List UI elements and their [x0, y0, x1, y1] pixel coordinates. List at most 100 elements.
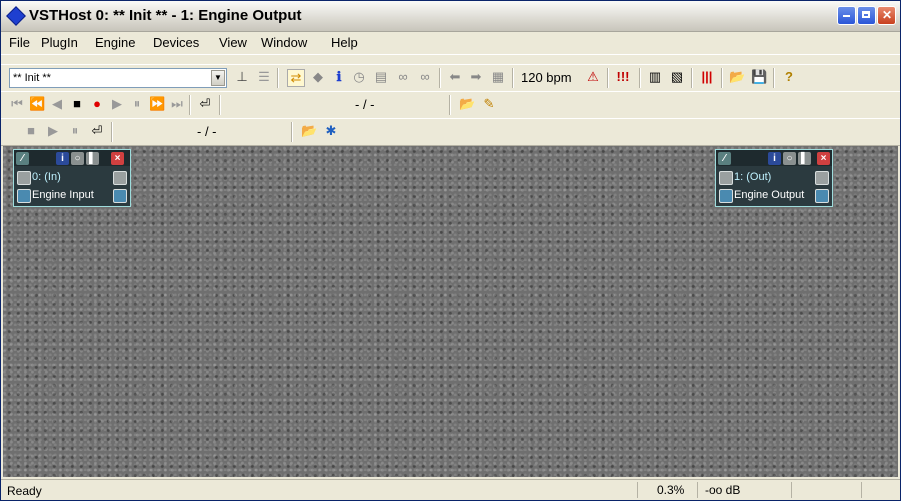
audio-out-icon[interactable]: [815, 189, 829, 203]
edit-wave-icon[interactable]: ✎: [481, 96, 497, 112]
play-icon[interactable]: ▶: [45, 123, 61, 139]
midi-settings-icon[interactable]: ✱: [323, 123, 339, 139]
performance-combo-value: ** Init **: [13, 72, 51, 84]
bpm-display[interactable]: 120 bpm: [521, 70, 572, 85]
plugin-row: 0: (In): [14, 169, 130, 186]
minimize-button[interactable]: [837, 6, 856, 25]
clock-icon[interactable]: ◷: [351, 69, 367, 85]
arrow-left-icon[interactable]: ⬅: [447, 69, 463, 85]
diamond-icon[interactable]: ◆: [310, 69, 326, 85]
window-title: VSTHost 0: ** Init ** - 1: Engine Output: [29, 7, 302, 24]
status-divider: [697, 482, 698, 498]
menu-file[interactable]: File: [9, 35, 30, 50]
midi-knob-icon[interactable]: [17, 171, 31, 185]
autoconnect-icon[interactable]: ⇄: [287, 69, 305, 87]
metronome-icon[interactable]: ⚠: [585, 69, 601, 85]
toolbar-separator: [219, 95, 221, 115]
editor-icon[interactable]: ▤: [373, 69, 389, 85]
loop-icon[interactable]: ⏎: [89, 123, 105, 139]
step-back-icon[interactable]: ◀: [49, 96, 65, 112]
stop-icon[interactable]: ■: [69, 96, 85, 112]
menu-engine[interactable]: Engine: [95, 35, 135, 50]
wave-player-toolbar: ⏮ ⏪ ◀ ■ ● ▶ ⏸ ⏩ ⏭ ⏎ - / - 📂 ✎: [1, 91, 900, 119]
rewind-icon[interactable]: ⏪: [29, 96, 45, 112]
engine-output-plugin[interactable]: ⁄ i ○ ▌ × 1: (Out) Engine Output: [715, 149, 833, 207]
plugin-grip-icon[interactable]: ⁄: [16, 152, 29, 165]
pause-icon[interactable]: ⏸: [129, 96, 145, 112]
toolbar-separator: [691, 68, 693, 88]
maximize-button[interactable]: [857, 6, 876, 25]
level-meter-icon[interactable]: |||: [699, 69, 715, 85]
panic-icon[interactable]: !!!: [615, 69, 631, 85]
info-icon[interactable]: ℹ: [331, 69, 347, 85]
app-diamond-icon[interactable]: [6, 6, 26, 26]
audio-out-icon[interactable]: [113, 189, 127, 203]
position-display: - / -: [355, 97, 375, 112]
toolbar-separator: [607, 68, 609, 88]
stop-icon[interactable]: ■: [23, 123, 39, 139]
midi-knob-icon[interactable]: [719, 171, 733, 185]
plugin-mute-icon[interactable]: ▌: [798, 152, 811, 165]
tuning-fork-icon[interactable]: ⊥: [234, 69, 250, 85]
menu-view[interactable]: View: [219, 35, 247, 50]
plugin-info-icon[interactable]: i: [768, 152, 781, 165]
plugin-close-icon[interactable]: ×: [111, 152, 124, 165]
menu-help[interactable]: Help: [331, 35, 358, 50]
midi-icon[interactable]: ▧: [669, 69, 685, 85]
close-button[interactable]: ✕: [877, 6, 896, 25]
plugin-name-label: Engine Output: [734, 189, 805, 201]
record-icon[interactable]: ●: [89, 96, 105, 112]
toolbar-separator: [277, 68, 279, 88]
open-wave-icon[interactable]: 📂: [459, 96, 475, 112]
plugin-id-label: 0: (In): [32, 171, 61, 183]
help-icon[interactable]: ?: [781, 69, 797, 85]
skip-start-icon[interactable]: ⏮: [9, 96, 25, 112]
keyboard-icon[interactable]: ▥: [647, 69, 663, 85]
save-icon[interactable]: 💾: [751, 69, 767, 85]
midi-knob-icon[interactable]: [815, 171, 829, 185]
toolbar-separator: [773, 68, 775, 88]
menu-window[interactable]: Window: [261, 35, 307, 50]
plugin-close-icon[interactable]: ×: [817, 152, 830, 165]
plugin-grip-icon[interactable]: ⁄: [718, 152, 731, 165]
plugin-mute-icon[interactable]: ▌: [86, 152, 99, 165]
chevron-down-icon[interactable]: ▼: [211, 70, 225, 86]
toolbar-separator: [639, 68, 641, 88]
close-icon: ✕: [882, 8, 893, 22]
plugin-id-label: 1: (Out): [734, 171, 772, 183]
plugin-bypass-icon[interactable]: ○: [71, 152, 84, 165]
play-icon[interactable]: ▶: [109, 96, 125, 112]
status-divider: [791, 482, 792, 498]
menu-devices[interactable]: Devices: [153, 35, 199, 50]
pause-icon[interactable]: ⏸: [67, 123, 83, 139]
toolbar-separator: [512, 68, 514, 88]
chain-list-icon[interactable]: ☰: [256, 69, 272, 85]
audio-in-icon[interactable]: [17, 189, 31, 203]
unlink-icon[interactable]: ∞: [417, 69, 433, 85]
loop-icon[interactable]: ⏎: [197, 96, 213, 112]
player-position-display: - / -: [197, 124, 217, 139]
app-window: VSTHost 0: ** Init ** - 1: Engine Output…: [0, 0, 901, 501]
toolbar-separator: [721, 68, 723, 88]
toolbar-separator: [111, 122, 113, 142]
maximize-icon: [862, 11, 870, 18]
arrow-right-icon[interactable]: ➡: [468, 69, 484, 85]
open-midi-icon[interactable]: 📂: [301, 123, 317, 139]
midi-knob-icon[interactable]: [113, 171, 127, 185]
plugin-info-icon[interactable]: i: [56, 152, 69, 165]
open-folder-icon[interactable]: 📂: [729, 69, 745, 85]
plugin-bypass-icon[interactable]: ○: [783, 152, 796, 165]
performance-combo[interactable]: ** Init ** ▼: [9, 68, 227, 88]
fast-forward-icon[interactable]: ⏩: [149, 96, 165, 112]
bank-icon[interactable]: ▦: [490, 69, 506, 85]
status-divider: [637, 482, 638, 498]
menu-plugin[interactable]: PlugIn: [41, 35, 78, 50]
title-bar[interactable]: VSTHost 0: ** Init ** - 1: Engine Output…: [1, 1, 900, 32]
plugin-row: 1: (Out): [716, 169, 832, 186]
link-icon[interactable]: ∞: [395, 69, 411, 85]
workspace[interactable]: ⁄ i ○ ▌ × 0: (In) Engine Input ⁄ i ○ ▌ ×…: [3, 146, 898, 477]
plugin-header: ⁄ i ○ ▌ ×: [14, 150, 130, 166]
engine-input-plugin[interactable]: ⁄ i ○ ▌ × 0: (In) Engine Input: [13, 149, 131, 207]
skip-end-icon[interactable]: ⏭: [169, 96, 185, 112]
audio-in-icon[interactable]: [719, 189, 733, 203]
